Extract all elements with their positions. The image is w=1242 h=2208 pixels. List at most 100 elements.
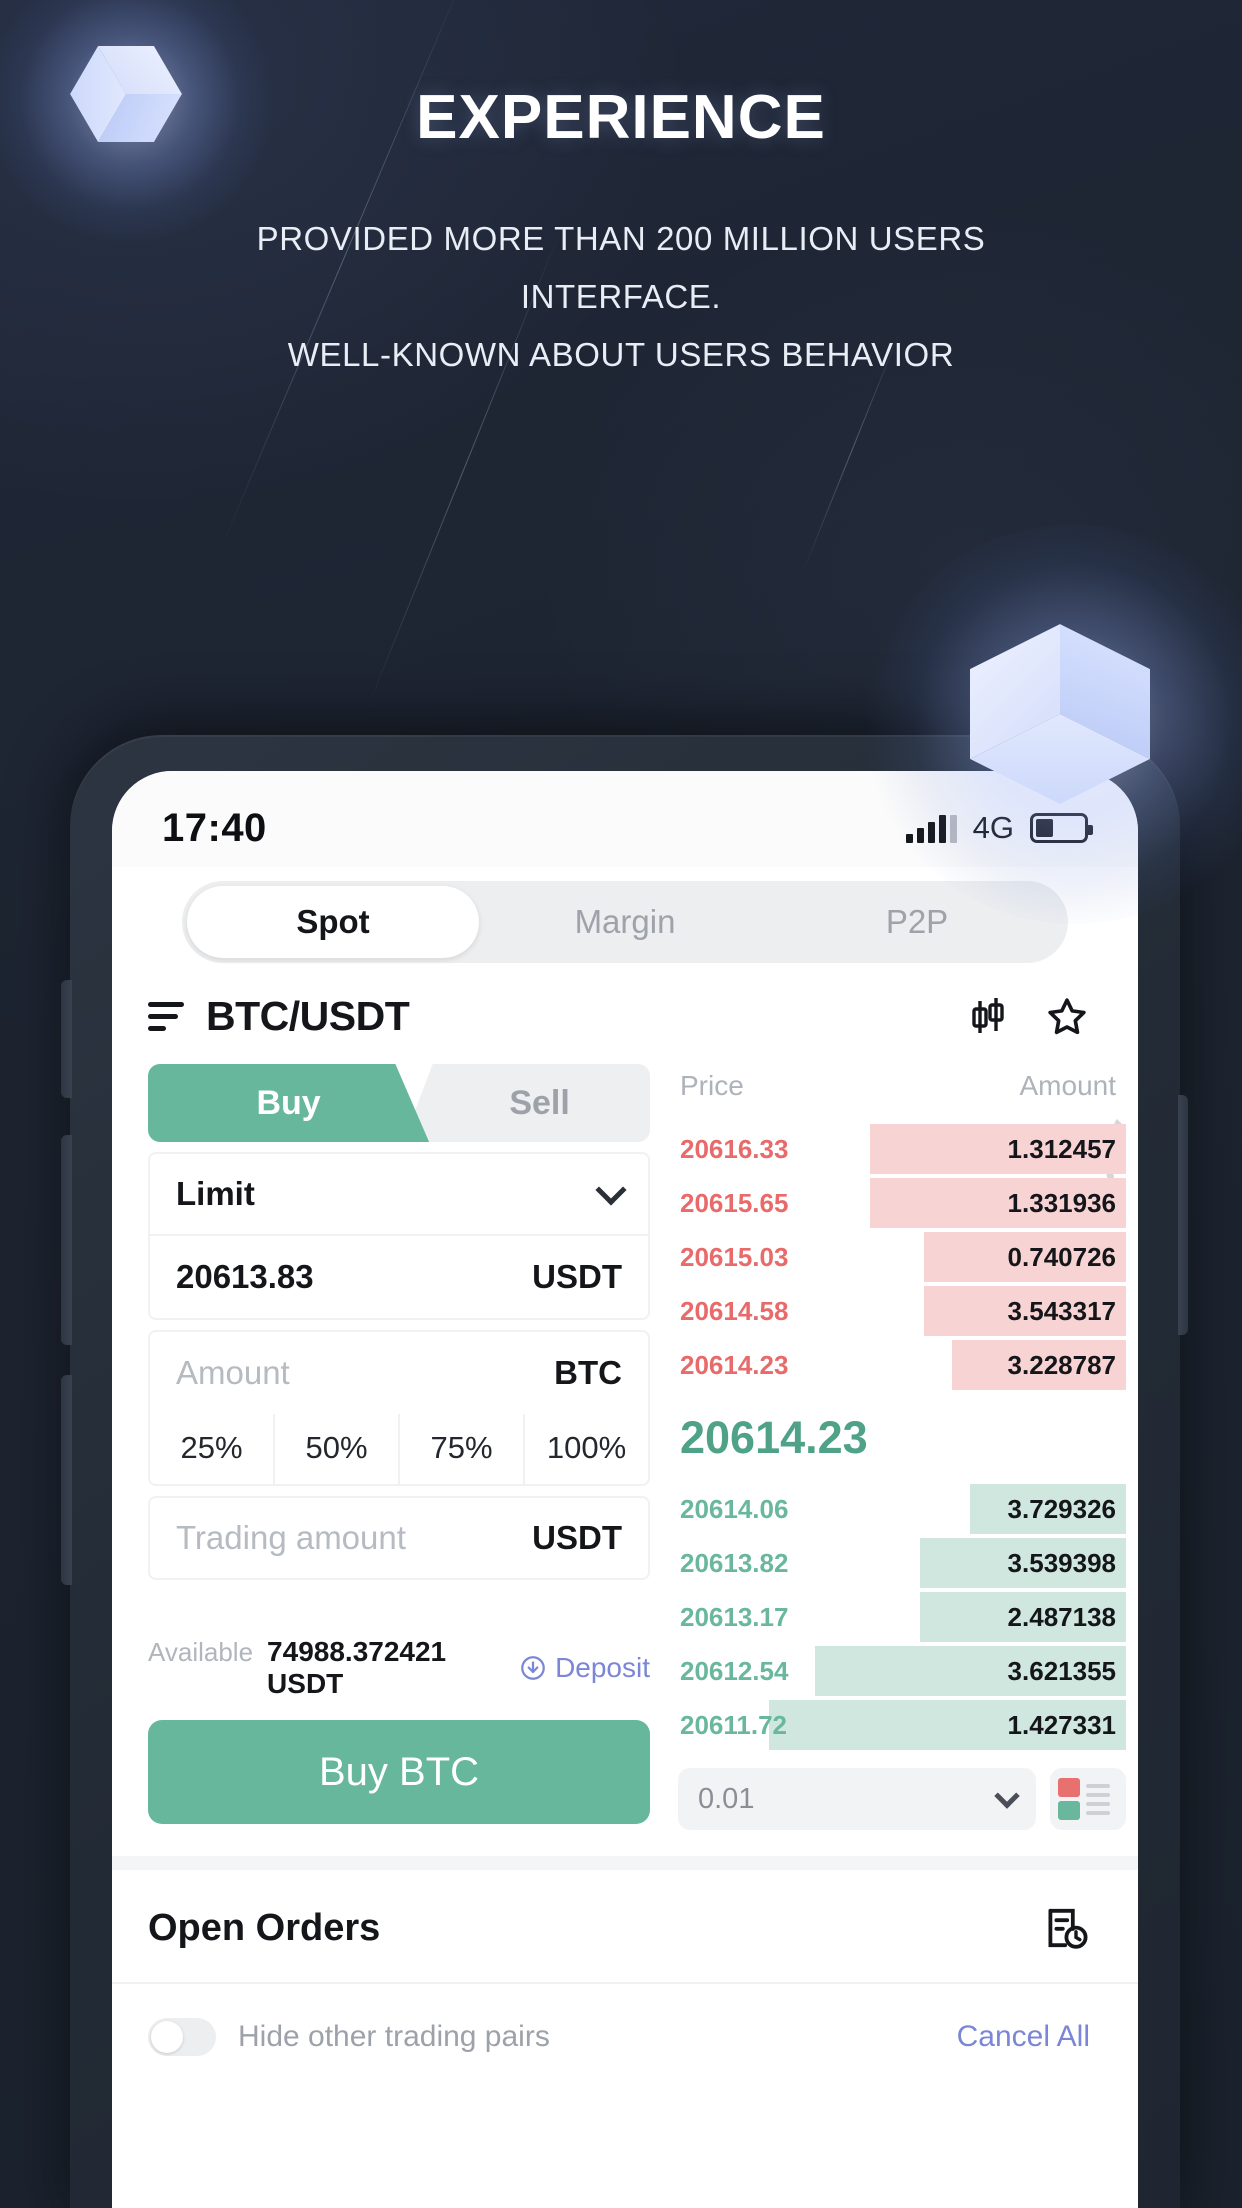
bid-price: 20613.17 bbox=[680, 1601, 789, 1632]
ask-amount: 0.740726 bbox=[1007, 1241, 1116, 1272]
cancel-all-button[interactable]: Cancel All bbox=[957, 2020, 1090, 2054]
ask-amount: 1.331936 bbox=[1007, 1187, 1116, 1218]
trade-panel: Buy Sell Limit 20613.83 USDT Amount BTC bbox=[112, 1064, 1138, 1830]
tab-margin[interactable]: Margin bbox=[479, 886, 771, 958]
phone-screen: 17:40 4G Spot Margin P2P BTC/USDT Buy Se… bbox=[112, 771, 1138, 2208]
amount-unit: BTC bbox=[554, 1354, 622, 1391]
section-divider bbox=[112, 1856, 1138, 1870]
candlestick-chart-icon[interactable] bbox=[966, 995, 1010, 1039]
bid-amount: 3.729326 bbox=[1007, 1493, 1116, 1524]
sell-tab[interactable]: Sell bbox=[403, 1064, 650, 1142]
bid-price: 20614.06 bbox=[680, 1493, 789, 1524]
pair-name[interactable]: BTC/USDT bbox=[206, 993, 410, 1040]
trading-amount-unit: USDT bbox=[532, 1519, 622, 1556]
amount-input[interactable]: Amount BTC bbox=[148, 1330, 650, 1414]
bid-amount: 1.427331 bbox=[1007, 1709, 1116, 1740]
order-book-row-ask[interactable]: 20616.33 1.312457 bbox=[668, 1124, 1126, 1174]
ask-rows: 20616.33 1.312457 20615.65 1.331936 2061… bbox=[668, 1124, 1126, 1390]
price-unit: USDT bbox=[532, 1258, 622, 1295]
order-book-row-bid[interactable]: 20613.17 2.487138 bbox=[668, 1592, 1126, 1642]
phone-side-button-volume-up bbox=[61, 1135, 72, 1345]
available-value: 74988.372421 USDT bbox=[267, 1636, 447, 1699]
pair-header: BTC/USDT bbox=[112, 963, 1138, 1064]
buy-sell-toggle: Buy Sell bbox=[148, 1064, 650, 1142]
open-orders-header: Open Orders bbox=[112, 1870, 1138, 1982]
buy-tab[interactable]: Buy bbox=[148, 1064, 430, 1142]
precision-select[interactable]: 0.01 bbox=[678, 1768, 1036, 1830]
bid-price: 20612.54 bbox=[680, 1655, 789, 1686]
price-input[interactable]: 20613.83 USDT bbox=[148, 1236, 650, 1320]
hide-other-pairs-toggle[interactable] bbox=[148, 2018, 216, 2056]
market-type-tabs: Spot Margin P2P bbox=[112, 867, 1138, 963]
order-book-row-bid[interactable]: 20613.82 3.539398 bbox=[668, 1538, 1126, 1588]
ask-price: 20614.23 bbox=[680, 1349, 789, 1380]
ask-amount: 3.543317 bbox=[1007, 1295, 1116, 1326]
order-book-row-bid[interactable]: 20614.06 3.729326 bbox=[668, 1484, 1126, 1534]
ask-amount: 1.312457 bbox=[1007, 1133, 1116, 1164]
order-history-icon[interactable] bbox=[1042, 1904, 1090, 1952]
signal-bars-icon bbox=[905, 813, 957, 843]
precision-value: 0.01 bbox=[698, 1782, 755, 1815]
available-balance-row: Available 74988.372421 USDT Deposit bbox=[148, 1636, 650, 1700]
open-orders-title: Open Orders bbox=[148, 1906, 381, 1949]
phone-side-button-power bbox=[1178, 1095, 1188, 1335]
phone-mockup: 17:40 4G Spot Margin P2P BTC/USDT Buy Se… bbox=[61, 735, 1188, 2208]
order-book-row-ask[interactable]: 20615.65 1.331936 bbox=[668, 1178, 1126, 1228]
ask-amount: 3.228787 bbox=[1007, 1349, 1116, 1380]
hamburger-list-icon[interactable] bbox=[148, 1002, 184, 1031]
hexagon-logo-large bbox=[864, 524, 1242, 924]
chevron-down-icon bbox=[595, 1174, 627, 1206]
trading-amount-placeholder: Trading amount bbox=[176, 1519, 406, 1556]
percent-100-button[interactable]: 100% bbox=[525, 1414, 648, 1484]
star-icon[interactable] bbox=[1044, 994, 1090, 1040]
deposit-link[interactable]: Deposit bbox=[519, 1652, 650, 1684]
order-book-layout-icon[interactable] bbox=[1050, 1768, 1126, 1830]
hero-subtitle: PROVIDED MORE THAN 200 MILLION USERS INT… bbox=[0, 210, 1242, 384]
trading-amount-input[interactable]: Trading amount USDT bbox=[148, 1496, 650, 1580]
ask-price: 20614.58 bbox=[680, 1295, 789, 1326]
submit-order-button[interactable]: Buy BTC bbox=[148, 1720, 650, 1824]
amount-placeholder: Amount bbox=[176, 1354, 290, 1391]
order-type-select[interactable]: Limit bbox=[148, 1152, 650, 1236]
percent-25-button[interactable]: 25% bbox=[150, 1414, 275, 1484]
percent-75-button[interactable]: 75% bbox=[400, 1414, 525, 1484]
order-form: Buy Sell Limit 20613.83 USDT Amount BTC bbox=[112, 1064, 668, 1830]
order-book-row-ask[interactable]: 20614.58 3.543317 bbox=[668, 1286, 1126, 1336]
ask-price: 20616.33 bbox=[680, 1133, 789, 1164]
hero-subtitle-line-2: INTERFACE. bbox=[520, 278, 722, 315]
order-book: Price Amount 20616.33 1.312457 20615.65 bbox=[668, 1064, 1138, 1830]
tab-p2p[interactable]: P2P bbox=[771, 886, 1063, 958]
order-book-row-ask[interactable]: 20615.03 0.740726 bbox=[668, 1232, 1126, 1282]
order-book-row-bid[interactable]: 20612.54 3.621355 bbox=[668, 1646, 1126, 1696]
hexagon-shape bbox=[970, 624, 1150, 804]
bid-amount: 3.621355 bbox=[1007, 1655, 1116, 1686]
bid-price: 20613.82 bbox=[680, 1547, 789, 1578]
deposit-download-icon bbox=[521, 1656, 545, 1680]
deposit-label: Deposit bbox=[555, 1652, 650, 1683]
bid-amount: 3.539398 bbox=[1007, 1547, 1116, 1578]
hero-subtitle-line-3: WELL-KNOWN ABOUT USERS BEHAVIOR bbox=[287, 336, 955, 373]
page-title: EXPERIENCE bbox=[416, 83, 826, 152]
order-book-row-bid[interactable]: 20611.72 1.427331 bbox=[668, 1700, 1126, 1750]
percent-50-button[interactable]: 50% bbox=[275, 1414, 400, 1484]
order-book-row-ask[interactable]: 20614.23 3.228787 bbox=[668, 1340, 1126, 1390]
status-clock: 17:40 bbox=[162, 805, 267, 850]
mid-price: 20614.23 bbox=[680, 1412, 868, 1463]
price-value: 20613.83 bbox=[176, 1258, 314, 1295]
chevron-down-icon bbox=[994, 1782, 1020, 1809]
order-type-value: Limit bbox=[176, 1175, 255, 1212]
tab-spot[interactable]: Spot bbox=[187, 886, 479, 958]
col-price-label: Price bbox=[680, 1070, 744, 1101]
hide-other-pairs-label: Hide other trading pairs bbox=[238, 2020, 550, 2053]
bid-amount: 2.487138 bbox=[1007, 1601, 1116, 1632]
phone-side-button-volume-down bbox=[61, 1375, 72, 1585]
percentage-buttons: 25% 50% 75% 100% bbox=[148, 1414, 650, 1486]
col-amount-label: Amount bbox=[1019, 1070, 1117, 1101]
bid-price: 20611.72 bbox=[680, 1709, 788, 1740]
hero-subtitle-line-1: PROVIDED MORE THAN 200 MILLION USERS bbox=[256, 220, 986, 257]
order-book-header: Price Amount bbox=[668, 1064, 1126, 1124]
available-label: Available bbox=[148, 1637, 254, 1667]
open-orders-filter-row: Hide other trading pairs Cancel All bbox=[112, 1984, 1138, 2056]
ask-price: 20615.65 bbox=[680, 1187, 789, 1218]
ask-price: 20615.03 bbox=[680, 1241, 789, 1272]
